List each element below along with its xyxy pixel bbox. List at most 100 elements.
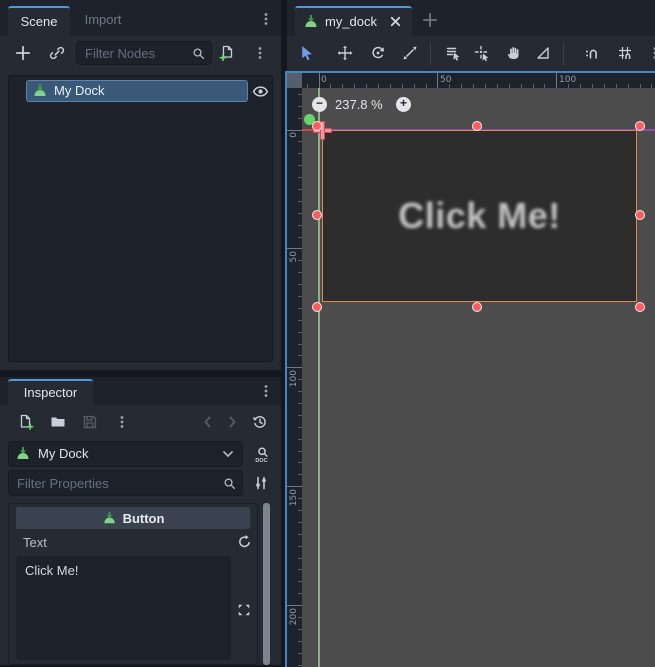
add-node-button[interactable]: [10, 40, 36, 66]
filter-nodes-input[interactable]: [85, 42, 185, 64]
script-add-icon: [219, 45, 235, 61]
save-resource-button[interactable]: [77, 409, 103, 435]
inspector-dock: Inspector My Dock DOC: [0, 377, 281, 665]
scene-tabs: my_dock: [287, 0, 655, 36]
close-icon[interactable]: [388, 14, 403, 29]
expand-icon: [237, 603, 251, 617]
scene-tab-label: my_dock: [325, 8, 377, 36]
list-select-button[interactable]: [440, 40, 466, 66]
instantiate-scene-button[interactable]: [44, 40, 70, 66]
class-section-header[interactable]: Button: [16, 507, 250, 529]
properties-panel: Button Text Click Me!: [8, 503, 258, 665]
scene-tree-options-button[interactable]: [247, 40, 273, 66]
zoom-out-button[interactable]: −: [312, 97, 327, 112]
selection-handle-bottom-right[interactable]: [635, 302, 645, 312]
zoom-in-button[interactable]: +: [396, 97, 411, 112]
list-select-icon: [445, 45, 461, 61]
doc-search-icon: DOC: [253, 446, 270, 463]
tab-scene[interactable]: Scene: [8, 6, 70, 36]
scene-dock-tabbar: Scene Import: [0, 0, 281, 36]
ruler-top[interactable]: 0 50 100: [302, 73, 655, 88]
scene-dock-toolbar: [0, 36, 281, 70]
move-mode-button[interactable]: [332, 40, 358, 66]
inspector-tabbar: Inspector: [0, 377, 281, 405]
property-tools-button[interactable]: [248, 470, 274, 496]
attach-script-button[interactable]: [214, 40, 240, 66]
filter-nodes-field: [76, 41, 212, 65]
scale-icon: [402, 45, 418, 61]
save-icon: [82, 414, 98, 430]
ruler-label: 0: [321, 75, 327, 85]
filter-properties-field: [8, 470, 243, 496]
new-resource-icon: [18, 414, 34, 430]
scene-tree-panel[interactable]: My Dock: [8, 75, 273, 362]
scene-dock-menu-button[interactable]: [253, 6, 279, 32]
ruler-mode-button[interactable]: [530, 40, 556, 66]
tab-inspector[interactable]: Inspector: [8, 379, 93, 405]
text-property-input[interactable]: Click Me!: [16, 556, 231, 660]
selection-handle-bottom-left[interactable]: [312, 302, 322, 312]
visibility-toggle-button[interactable]: [247, 78, 273, 104]
toolbar-separator: [430, 42, 431, 65]
ruler-corner: [287, 73, 302, 88]
move-icon: [337, 45, 353, 61]
toolbar-separator: [563, 42, 564, 65]
ruler-label: 0: [289, 132, 299, 138]
history-forward-button[interactable]: [219, 409, 245, 435]
three-dots-icon: [258, 11, 274, 27]
button-preview-label: Click Me!: [398, 195, 561, 237]
zoom-level-label[interactable]: 237.8 %: [335, 97, 383, 112]
tree-row-my-dock[interactable]: My Dock: [26, 80, 248, 102]
section-header-label: Button: [123, 511, 165, 526]
pan-mode-button[interactable]: [500, 40, 526, 66]
select-mode-button[interactable]: [293, 40, 319, 66]
selection-handle-top-right[interactable]: [635, 121, 645, 131]
node-selector[interactable]: My Dock: [8, 441, 243, 467]
resource-options-button[interactable]: [109, 409, 135, 435]
tab-import[interactable]: Import: [70, 6, 136, 36]
open-documentation-button[interactable]: DOC: [248, 441, 274, 467]
grid-snap-button[interactable]: [612, 40, 638, 66]
new-scene-tab-button[interactable]: [417, 7, 443, 33]
ruler-triangle-icon: [535, 45, 551, 61]
selection-handle-top-left[interactable]: [312, 121, 322, 131]
selection-handle-mid-right[interactable]: [635, 210, 645, 220]
expand-text-editor-button[interactable]: [233, 599, 255, 621]
revert-property-button[interactable]: [233, 530, 255, 552]
tune-icon: [253, 475, 269, 491]
new-resource-button[interactable]: [13, 409, 39, 435]
scale-mode-button[interactable]: [397, 40, 423, 66]
snapping-options-button[interactable]: [642, 40, 655, 66]
canvas-2d[interactable]: Click Me! − 237.8 % +: [302, 88, 655, 667]
select-arrow-icon: [298, 45, 315, 62]
history-button[interactable]: [247, 409, 273, 435]
rotate-mode-button[interactable]: [365, 40, 391, 66]
ruler-left[interactable]: 0 50 100 150 200: [287, 88, 302, 667]
selection-handle-mid-left[interactable]: [312, 210, 322, 220]
button-node-icon: [102, 511, 117, 526]
pivot-mode-button[interactable]: [469, 40, 495, 66]
link-icon: [49, 45, 65, 61]
tab-my-dock-scene[interactable]: my_dock: [295, 6, 412, 36]
y-axis-line: [318, 88, 320, 667]
selection-handle-top-mid[interactable]: [472, 121, 482, 131]
selection-handle-bottom-mid[interactable]: [472, 302, 482, 312]
load-resource-button[interactable]: [45, 409, 71, 435]
smart-snap-button[interactable]: [579, 40, 605, 66]
scrollbar-thumb[interactable]: [263, 503, 270, 665]
history-back-button[interactable]: [195, 409, 221, 435]
tree-node-label: My Dock: [54, 81, 105, 101]
plus-icon: [421, 11, 439, 29]
selected-node-label: My Dock: [38, 442, 89, 466]
button-node-icon: [303, 14, 319, 30]
three-dots-icon: [647, 45, 655, 61]
property-label-text: Text: [23, 535, 47, 550]
button-preview[interactable]: Click Me!: [322, 130, 637, 302]
chevron-right-icon: [224, 414, 240, 430]
inspector-scrollbar[interactable]: [263, 503, 270, 665]
filter-properties-input[interactable]: [17, 471, 216, 495]
inspector-menu-button[interactable]: [253, 378, 279, 404]
canvas-toolbar: [287, 36, 655, 71]
hand-icon: [505, 45, 521, 61]
eye-icon: [252, 83, 269, 100]
